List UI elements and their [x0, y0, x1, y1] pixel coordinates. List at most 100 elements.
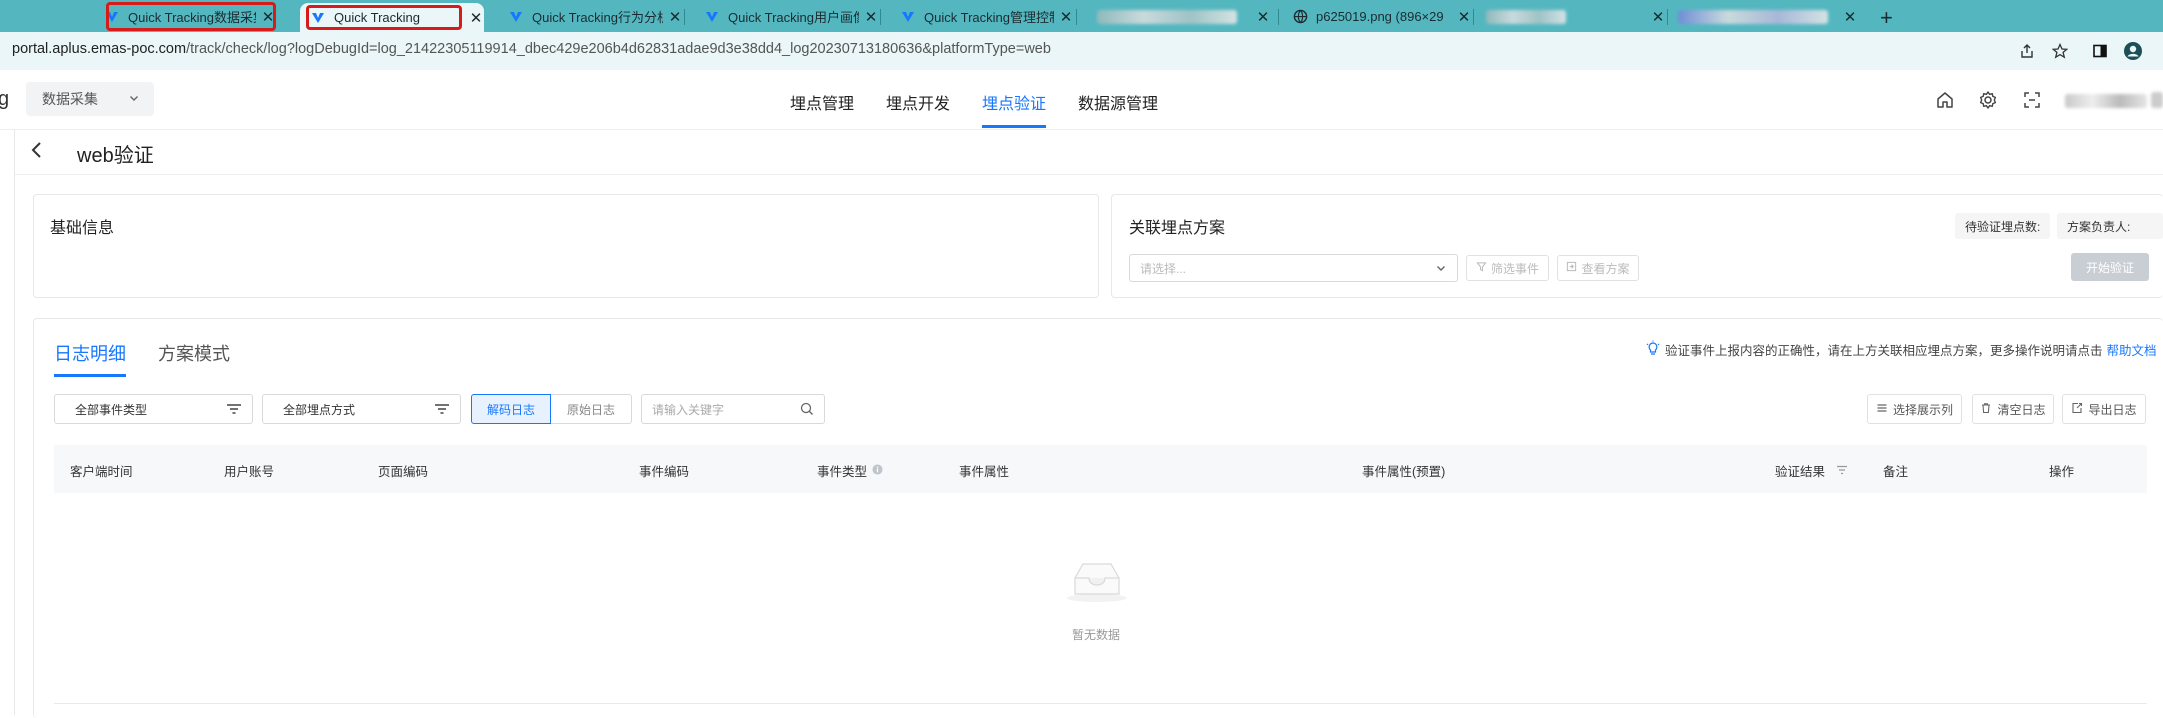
help-hint: 验证事件上报内容的正确性，请在上方关联相应埋点方案，更多操作说明请点击 帮助文档	[1645, 340, 2157, 359]
nav-track-management[interactable]: 埋点管理	[790, 90, 854, 114]
tab-plan-mode[interactable]: 方案模式	[158, 340, 230, 366]
tab-close-icon[interactable]: ✕	[1255, 8, 1271, 26]
redacted-tab-title	[1097, 9, 1237, 24]
url-field[interactable]: portal.aplus.emas-poc.com/track/check/lo…	[12, 41, 1051, 57]
home-icon[interactable]	[1933, 88, 1957, 112]
column-header: 客户端时间	[70, 461, 133, 480]
left-divider	[14, 130, 15, 715]
quick-tracking-favicon-icon	[704, 9, 720, 25]
export-log-label: 导出日志	[2088, 402, 2137, 417]
select-columns-button[interactable]: 选择展示列	[1867, 394, 1962, 424]
nav-track-development[interactable]: 埋点开发	[886, 90, 950, 114]
tab-close-icon[interactable]: ✕	[667, 8, 683, 26]
tab-log-details[interactable]: 日志明细	[54, 340, 126, 366]
column-remarks: 备注	[1883, 465, 1909, 479]
column-header: 备注	[1883, 461, 1908, 480]
column-user-account: 用户账号	[224, 465, 275, 479]
app-header: g 数据采集 埋点管理 埋点开发 埋点验证 数据源管理	[0, 70, 2163, 130]
plan-owner-label: 方案负责人:	[2067, 219, 2131, 234]
active-nav-underline	[982, 125, 1046, 128]
column-header: 页面编码	[378, 461, 428, 480]
browser-tab-redacted[interactable]: ✕	[1678, 3, 1858, 30]
clear-log-label: 清空日志	[1997, 402, 2046, 417]
export-log-button[interactable]: 导出日志	[2062, 394, 2146, 424]
app-switcher-label: 数据采集	[42, 91, 98, 107]
browser-tab-redacted[interactable]: ✕	[1486, 3, 1668, 30]
column-filter-icon[interactable]	[1836, 464, 1848, 478]
search-icon	[800, 402, 814, 419]
column-header: 验证结果	[1775, 461, 1848, 480]
column-event-code: 事件编码	[639, 465, 690, 479]
filter-lines-icon	[434, 402, 450, 419]
view-plan-button[interactable]: 查看方案	[1557, 255, 1639, 281]
globe-icon	[1292, 9, 1308, 25]
column-header: 操作	[2049, 461, 2074, 480]
plan-select[interactable]: 请选择...	[1129, 254, 1458, 282]
redacted-tab-title	[1678, 9, 1828, 24]
nav-datasource-management[interactable]: 数据源管理	[1078, 90, 1158, 114]
browser-tab[interactable]: Quick Tracking用户画像 ✕	[704, 3, 881, 30]
column-header: 事件属性	[959, 461, 1009, 480]
column-event-type: 事件类型	[817, 465, 868, 479]
tab-label: p625019.png (896×29	[1316, 9, 1444, 24]
tab-close-icon[interactable]: ✕	[863, 8, 879, 26]
column-actions: 操作	[2049, 465, 2075, 479]
new-tab-icon[interactable]: +	[1880, 5, 1893, 31]
track-method-filter-label: 全部埋点方式	[283, 402, 356, 417]
chevron-down-icon	[1435, 262, 1447, 277]
pending-count-box: 待验证埋点数:	[1955, 213, 2051, 239]
tab-close-icon[interactable]: ✕	[468, 9, 484, 27]
event-type-filter[interactable]: 全部事件类型	[54, 394, 253, 424]
start-verification-button[interactable]: 开始验证	[2071, 253, 2149, 281]
app-switcher[interactable]: 数据采集	[26, 82, 154, 116]
scan-icon[interactable]	[2020, 88, 2044, 112]
share-icon[interactable]	[2017, 41, 2037, 61]
view-plan-label: 查看方案	[1581, 261, 1630, 276]
info-icon[interactable]	[872, 463, 883, 478]
tab-close-icon[interactable]: ✕	[1650, 8, 1666, 26]
plan-title: 关联埋点方案	[1129, 220, 1226, 237]
browser-tab-redacted[interactable]: ✕	[1097, 3, 1279, 30]
browser-tab[interactable]: Quick Tracking管理控制 ✕	[900, 3, 1077, 30]
log-card	[33, 318, 2163, 718]
table-bottom-border	[54, 703, 2147, 704]
filter-events-button[interactable]: 筛选事件	[1466, 255, 1549, 281]
tab-close-icon[interactable]: ✕	[1842, 8, 1858, 26]
view-plan-icon	[1566, 261, 1577, 275]
filter-lines-icon	[226, 402, 242, 419]
search-placeholder: 请输入关键字	[652, 402, 725, 417]
bookmark-star-icon[interactable]	[2050, 41, 2070, 61]
quick-tracking-favicon-icon	[900, 9, 916, 25]
tab-close-icon[interactable]: ✕	[1456, 8, 1472, 26]
decoded-log-option[interactable]: 解码日志	[471, 394, 551, 424]
nav-track-verification[interactable]: 埋点验证	[982, 90, 1046, 114]
help-doc-link[interactable]: 帮助文档	[2107, 340, 2157, 359]
chevron-down-icon	[128, 91, 140, 107]
column-event-properties: 事件属性	[959, 465, 1010, 479]
profile-icon[interactable]	[2123, 41, 2143, 61]
filter-events-label: 筛选事件	[1490, 261, 1539, 276]
select-columns-label: 选择展示列	[1892, 402, 1953, 417]
highlight-box	[306, 5, 462, 30]
columns-icon	[1876, 402, 1888, 417]
empty-inbox-icon	[1065, 558, 1129, 609]
event-type-filter-label: 全部事件类型	[75, 402, 148, 417]
gear-icon[interactable]	[1976, 88, 2000, 112]
url-host: portal.aplus.emas-poc.com	[12, 41, 187, 57]
plan-owner-box: 方案负责人:	[2057, 213, 2163, 239]
pending-count-label: 待验证埋点数:	[1965, 219, 2041, 234]
table-header: 客户端时间 用户账号 页面编码 事件编码 事件类型 事件属性 事件属性(预置) …	[54, 445, 2147, 493]
track-method-filter[interactable]: 全部埋点方式	[262, 394, 461, 424]
sidebar-icon[interactable]	[2090, 41, 2110, 61]
keyword-search-input[interactable]: 请输入关键字	[641, 394, 825, 424]
browser-tab[interactable]: p625019.png (896×29 ✕	[1292, 3, 1474, 30]
log-format-toggle: 解码日志 原始日志	[471, 394, 632, 424]
back-arrow-icon[interactable]	[30, 140, 44, 166]
browser-tab[interactable]: Quick Tracking行为分析 ✕	[508, 3, 685, 30]
clear-log-button[interactable]: 清空日志	[1972, 394, 2054, 424]
url-path: /track/check/log?logDebugId=log_21422305…	[186, 41, 1051, 57]
raw-log-option[interactable]: 原始日志	[551, 394, 632, 424]
column-header: 事件类型	[817, 461, 883, 480]
plan-card: 关联埋点方案	[1111, 194, 2163, 298]
tab-close-icon[interactable]: ✕	[1058, 8, 1074, 26]
